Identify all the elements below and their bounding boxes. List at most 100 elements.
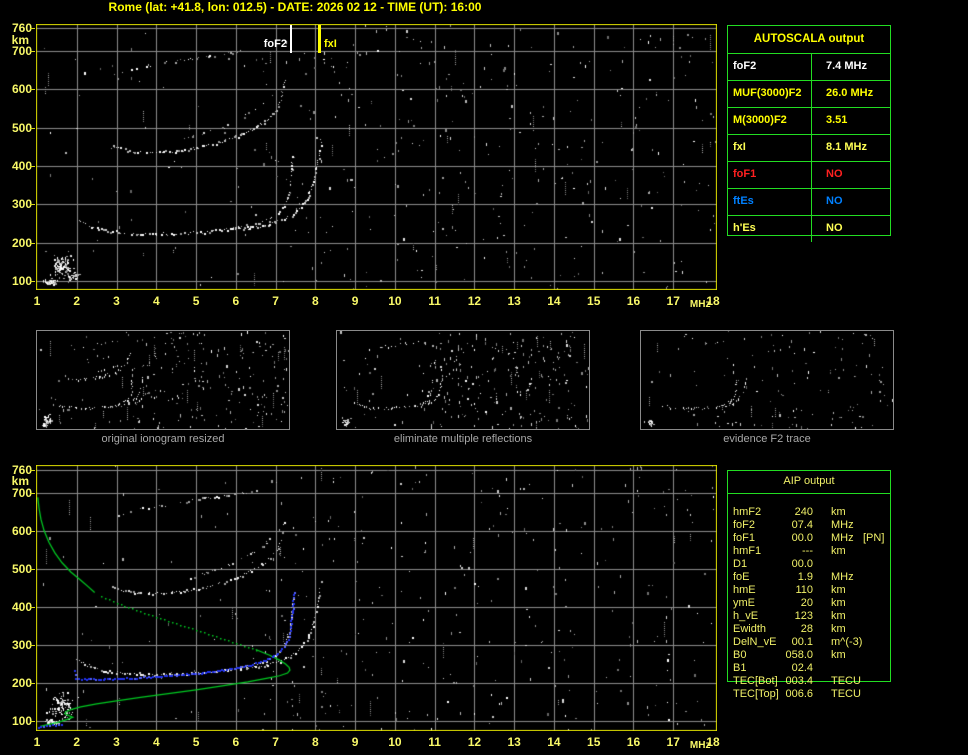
aip-row-foe: foE 1.9 MHz	[727, 571, 891, 584]
autoscala-row-ftes: ftEs NO	[728, 188, 890, 215]
autoscala-label: h'Es	[728, 216, 812, 242]
autoscala-label: MUF(3000)F2	[728, 81, 812, 107]
aip-label: hmF2	[733, 506, 762, 518]
aip-row-yme: ymE 20 km	[727, 597, 891, 610]
thumbnail-eliminate-canvas	[337, 331, 589, 429]
x-tick-label: 9	[351, 735, 359, 749]
aip-label: foF2	[733, 519, 756, 531]
aip-row-b1: B1 02.4	[727, 662, 891, 675]
autoscala-value: NO	[826, 222, 843, 234]
x-tick-label: 3	[113, 294, 120, 308]
x-tick-label: 11	[428, 294, 441, 308]
y-tick-label: 300	[11, 197, 32, 212]
aip-row-b0: B0 058.0 km	[727, 649, 891, 662]
y-axis-tick	[30, 204, 35, 206]
y-axis-tick	[30, 242, 35, 244]
aip-row-ewidth: Ewidth 28 km	[727, 623, 891, 636]
y-axis-tick	[30, 89, 35, 91]
y-tick-label: 100	[11, 274, 32, 288]
aip-value: ---	[802, 545, 813, 557]
aip-label: foE	[733, 571, 750, 583]
thumbnail-eliminate-reflections	[336, 330, 590, 430]
aip-value: 07.4	[791, 519, 813, 531]
aip-unit: m^(-3)	[831, 636, 863, 648]
aip-unit: MHz	[831, 532, 854, 544]
caption-evidence-f2: evidence F2 trace	[723, 433, 811, 445]
aip-unit: TECU	[831, 675, 861, 687]
x-tick-label: 9	[351, 294, 359, 308]
aip-value: 00.0	[791, 532, 813, 544]
autoscala-label: fxI	[728, 135, 812, 161]
y-axis-tick	[30, 492, 35, 494]
aip-label: h_vE	[733, 610, 759, 622]
y-tick-label: 100	[11, 714, 32, 728]
aip-label: B1	[733, 662, 747, 674]
y-axis-unit: km	[11, 474, 29, 489]
autoscala-label: ftEs	[728, 189, 812, 215]
thumbnail-original-canvas	[37, 331, 289, 429]
autoscala-row-muf3000f2: MUF(3000)F2 26.0 MHz	[728, 80, 890, 107]
autoscala-value: 8.1 MHz	[826, 141, 867, 153]
aip-label: foF1	[733, 532, 756, 544]
y-axis-tick	[30, 530, 35, 532]
aip-label: Ewidth	[733, 623, 767, 635]
x-tick-label: 11	[428, 735, 441, 749]
thumbnail-original-ionogram	[36, 330, 290, 430]
aip-label: ymE	[733, 597, 755, 609]
aip-row-hmf2: hmF2 240 km	[727, 506, 891, 519]
x-axis-unit: MHz	[689, 299, 711, 310]
x-tick-label: 4	[152, 735, 160, 749]
autoscala-value: 3.51	[826, 114, 848, 126]
ionogram-plot-aip	[36, 465, 717, 731]
x-tick-label: 4	[152, 294, 160, 308]
x-tick-label: 7	[272, 735, 279, 749]
aip-unit: MHz	[831, 519, 854, 531]
x-axis-unit: MHz	[689, 740, 711, 751]
autoscala-value: NO	[826, 195, 843, 207]
fxi-marker-label: fxI	[324, 38, 337, 50]
app-window: Rome (lat: +41.8, lon: 012.5) - DATE: 20…	[0, 0, 968, 755]
aip-table-rule	[727, 493, 891, 494]
fxi-marker-line	[318, 25, 321, 53]
ionogram-plot-main: foF2 fxI	[36, 24, 717, 290]
aip-unit: km	[831, 610, 846, 622]
aip-unit: km	[831, 649, 846, 661]
aip-value: 28	[800, 623, 813, 635]
autoscala-row-fof2: foF2 7.4 MHz	[728, 53, 890, 80]
x-tick-label: 6	[232, 294, 240, 308]
thumbnail-evidence-canvas	[641, 331, 893, 429]
x-tick-label: 15	[587, 294, 601, 308]
autoscala-table-title: AUTOSCALA output	[753, 33, 865, 45]
autoscala-row-m3000f2: M(3000)F2 3.51	[728, 107, 890, 134]
aip-value: 123	[794, 610, 813, 622]
station-title: Rome (lat: +41.8, lon: 012.5) - DATE: 20…	[108, 0, 482, 14]
autoscala-output-table: AUTOSCALA output foF2 7.4 MHz MUF(3000)F2 2…	[727, 25, 891, 242]
autoscala-label: M(3000)F2	[728, 108, 812, 134]
autoscaled-ionogram-canvas	[36, 24, 717, 290]
x-tick-label: 1	[33, 735, 41, 749]
x-tick-label: 2	[73, 294, 81, 308]
x-tick-label: 2	[73, 735, 81, 749]
y-tick-label: 400	[11, 599, 32, 614]
x-tick-label: 12	[467, 294, 482, 308]
y-tick-label: 400	[11, 159, 32, 173]
autoscala-table-rows: foF2 7.4 MHz MUF(3000)F2 26.0 MHz M(3000)F2 3…	[728, 53, 890, 242]
autoscala-label: foF2	[728, 54, 812, 80]
y-axis-tick	[30, 470, 35, 471]
x-tick-label: 12	[467, 735, 482, 749]
autoscala-value: 26.0 MHz	[826, 87, 874, 99]
y-axis-unit: km	[11, 32, 29, 47]
autoscala-label: foF1	[728, 162, 812, 188]
autoscala-row-fof1: foF1 NO	[728, 161, 890, 188]
y-tick-label: 500	[11, 120, 32, 135]
thumbnail-evidence-f2	[640, 330, 894, 430]
aip-unit: km	[831, 623, 846, 635]
y-tick-label: 600	[11, 82, 32, 97]
y-axis-tick	[30, 51, 35, 52]
aip-label: hmE	[733, 584, 756, 596]
aip-row-hmf1: hmF1 --- km	[727, 545, 891, 558]
y-tick-label: 300	[11, 637, 32, 652]
aip-unit: km	[831, 545, 846, 557]
aip-value: 058.0	[785, 649, 813, 661]
x-tick-label: 16	[626, 294, 641, 308]
